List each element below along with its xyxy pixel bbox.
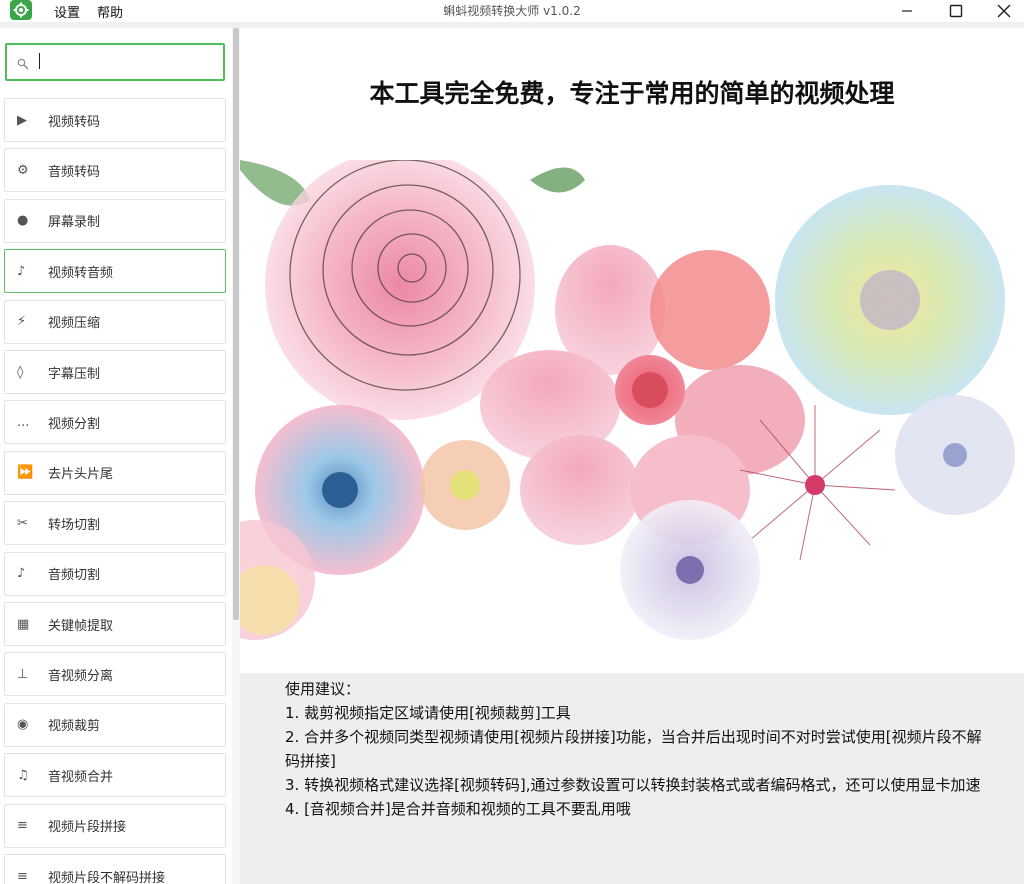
main-panel: 本工具完全免费，专注于常用的简单的视频处理 使用建议： 1. 裁剪视频指定区域请… [240, 28, 1024, 884]
window-title: 蝌蚪视频转换大师 v1.0.2 [443, 4, 581, 18]
sidebar-item-0[interactable]: ▶ 视频转码 [4, 98, 226, 142]
music-note-icon: ♪ [17, 263, 26, 279]
usage-tips-panel: 使用建议： 1. 裁剪视频指定区域请使用[视频裁剪]工具 2. 合并多个视频同类型视… [240, 673, 1024, 884]
scrollbar-thumb[interactable] [233, 28, 239, 620]
sidebar-item-label: 视频片段拼接 [48, 820, 127, 836]
sidebar-item-5[interactable]: ◊ 字幕压制 [4, 350, 226, 394]
sidebar-item-3[interactable]: ♪ 视频转音频 [4, 249, 226, 294]
sidebar-item-label: 音视频分离 [48, 668, 114, 684]
tip-line: 1. 裁剪视频指定区域请使用[视频裁剪]工具 [285, 704, 571, 722]
sidebar-item-label: 转场切割 [48, 517, 101, 533]
sidebar-item-6[interactable]: ... 视频分割 [4, 400, 226, 445]
sidebar-item-13[interactable]: ♫ 音视频合并 [4, 753, 226, 798]
search-input[interactable] [37, 51, 217, 73]
sidebar: ▶ 视频转码 ⚙ 音频转码 ● 屏幕录制 ♪ 视频转音频 ⚡ 视频压缩 ◊ 字幕压制... 视频分割 ⏩ 去… [0, 28, 240, 884]
minimize-button[interactable] [884, 0, 930, 22]
text-caret [39, 53, 40, 69]
lines-icon: ≡ [17, 818, 28, 834]
music-notes-icon: ♫ [17, 767, 29, 783]
sidebar-item-label: 字幕压制 [48, 366, 101, 382]
sidebar-item-12[interactable]: ◉ 视频裁剪 [4, 702, 226, 747]
page-headline: 本工具完全免费，专注于常用的简单的视频处理 [369, 79, 895, 108]
grid-icon: ▦ [17, 616, 30, 632]
close-button[interactable] [981, 0, 1024, 22]
sidebar-item-label: 视频转音频 [48, 265, 114, 281]
diamond-icon: ◊ [17, 364, 24, 380]
sidebar-item-label: 视频转码 [48, 114, 101, 130]
sidebar-scrollbar[interactable] [232, 28, 240, 884]
ellipsis-icon: ... [17, 414, 30, 430]
sidebar-item-label: 音视频合并 [48, 769, 114, 785]
sidebar-item-15[interactable]: ≡ 视频片段不解码拼接 [4, 854, 226, 884]
sidebar-item-14[interactable]: ≡ 视频片段拼接 [4, 803, 226, 848]
sidebar-item-7[interactable]: ⏩ 去片头片尾 [4, 450, 226, 495]
flower-banner-image [240, 160, 1024, 640]
music-note-icon: ♪ [17, 566, 26, 582]
sidebar-item-label: 去片头片尾 [48, 467, 114, 483]
play-icon: ▶ [17, 112, 27, 128]
sidebar-item-4[interactable]: ⚡ 视频压缩 [4, 299, 226, 344]
gear-icon: ⚙ [17, 162, 29, 178]
search-icon [17, 55, 29, 74]
title-bar: 设置 帮助 蝌蚪视频转换大师 v1.0.2 [0, 0, 1024, 22]
sidebar-item-8[interactable]: ✂ 转场切割 [4, 501, 226, 546]
target-icon: ◉ [17, 717, 29, 733]
tip-line: 4. [音视频合并]是合并音频和视频的工具不要乱用哦 [285, 800, 631, 818]
tip-line: 使用建议： [285, 680, 361, 698]
record-icon: ● [17, 213, 29, 229]
search-box[interactable] [5, 43, 225, 81]
sidebar-item-label: 视频压缩 [48, 316, 101, 332]
maximize-icon [949, 4, 963, 18]
scissors-icon: ✂ [17, 515, 28, 531]
tip-line: 3. 转换视频格式建议选择[视频转码],通过参数设置可以转换封装格式或者编码格式… [285, 776, 981, 794]
sidebar-item-label: 屏幕录制 [48, 215, 101, 231]
sidebar-item-2[interactable]: ● 屏幕录制 [4, 198, 226, 243]
maximize-button[interactable] [933, 0, 979, 22]
lightning-icon: ⚡ [17, 314, 27, 330]
sidebar-item-11[interactable]: ⊥ 音视频分离 [4, 652, 226, 697]
tip-line: 2. 合并多个视频同类型视频请使用[视频片段拼接]功能，当合并后出现时间不对时尝… [285, 728, 982, 770]
sidebar-item-label: 视频片段不解码拼接 [48, 870, 166, 884]
sidebar-item-label: 关键帧提取 [48, 618, 114, 634]
close-icon [997, 4, 1011, 18]
sidebar-item-10[interactable]: ▦ 关键帧提取 [4, 602, 226, 646]
minimize-icon [902, 10, 912, 12]
sidebar-item-label: 视频分割 [48, 416, 101, 432]
sidebar-item-9[interactable]: ♪ 音频切割 [4, 551, 226, 596]
sidebar-item-1[interactable]: ⚙ 音频转码 [4, 148, 226, 193]
lines-icon: ≡ [17, 868, 28, 884]
sidebar-item-label: 视频裁剪 [48, 719, 101, 735]
sidebar-item-label: 音频转码 [48, 164, 101, 180]
usage-tips-text: 使用建议： 1. 裁剪视频指定区域请使用[视频裁剪]工具 2. 合并多个视频同类型视… [285, 677, 985, 821]
sidebar-item-label: 音频切割 [48, 568, 101, 584]
fast-forward-icon: ⏩ [17, 465, 34, 481]
split-icon: ⊥ [17, 666, 29, 682]
